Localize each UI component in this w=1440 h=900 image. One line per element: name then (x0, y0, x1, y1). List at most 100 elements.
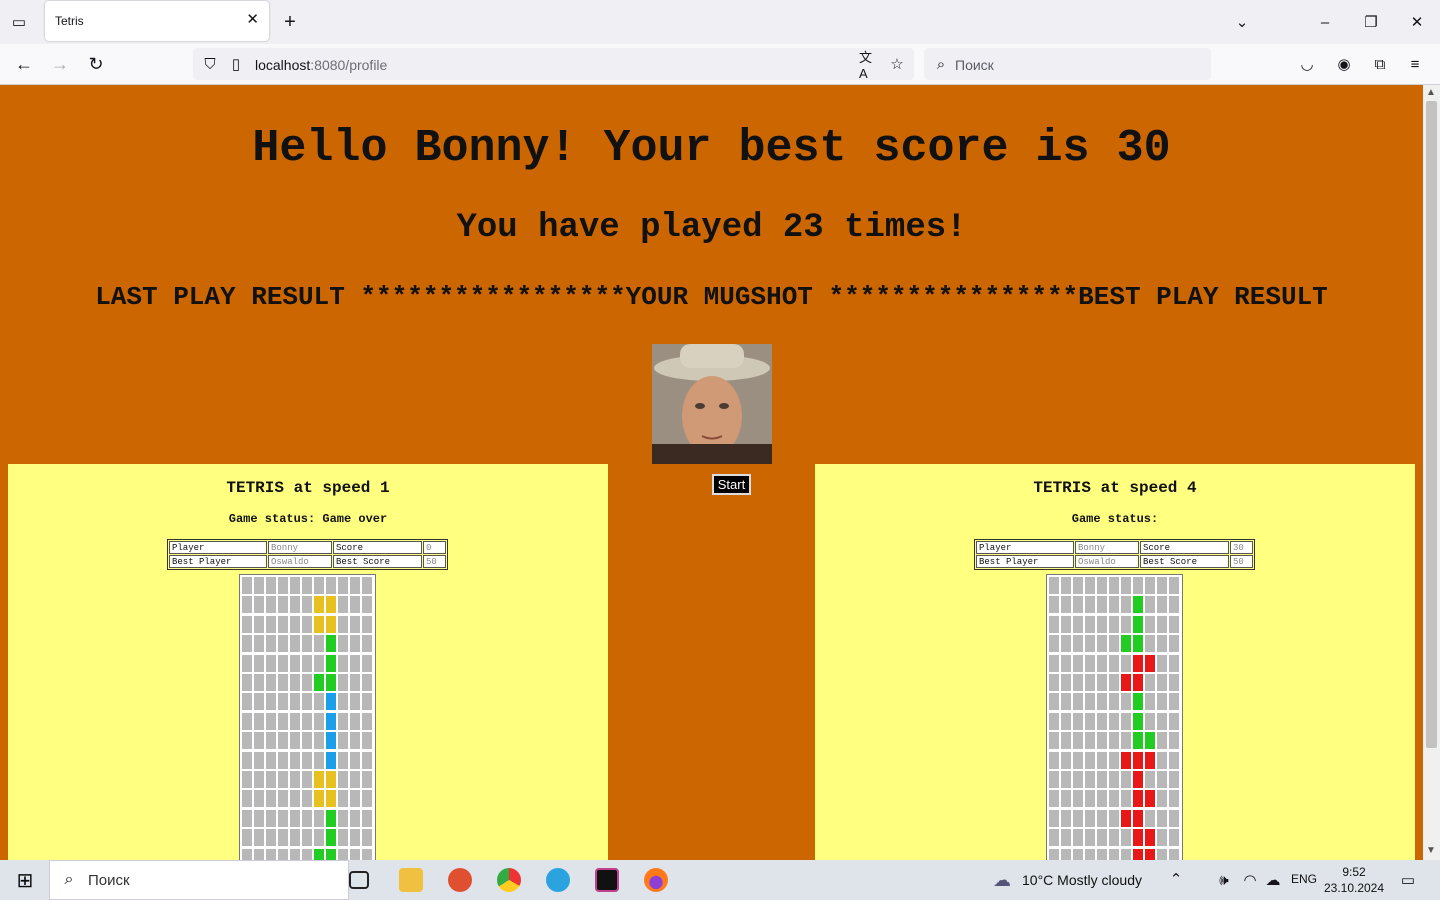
board-cell-filled (326, 635, 336, 653)
language-indicator[interactable]: ENG (1291, 872, 1317, 886)
telegram-icon[interactable] (546, 868, 570, 892)
board-cell-empty (1109, 596, 1119, 614)
task-view-icon[interactable] (349, 871, 369, 889)
star-icon[interactable]: ☆ (887, 55, 907, 73)
windows-start-icon[interactable]: ⊞ (14, 869, 36, 892)
board-cell-empty (1049, 654, 1059, 672)
clock[interactable]: 9:52 23.10.2024 (1322, 864, 1386, 896)
taskbar-search[interactable]: ⌕ Поиск (49, 860, 349, 900)
board-cell-empty (254, 654, 264, 672)
wifi-icon[interactable]: ◠ (1241, 871, 1259, 889)
board-cell-empty (314, 635, 324, 653)
forward-icon[interactable]: → (50, 54, 70, 74)
table-row: Best Player Oswaldo Best Score 50 (976, 555, 1253, 568)
search-bar[interactable]: ⌕ Поиск (924, 48, 1211, 80)
board-cell-empty (1073, 693, 1083, 711)
search-input[interactable]: Поиск (955, 57, 994, 73)
board-cell-empty (1085, 654, 1095, 672)
minimize-icon[interactable]: – (1315, 12, 1335, 32)
board-cell-empty (242, 596, 252, 614)
pocket-icon[interactable]: ◡ (1297, 54, 1317, 74)
scrollbar[interactable]: ▲ ▼ (1423, 85, 1440, 860)
board-cell-empty (1073, 771, 1083, 788)
tab-close-icon[interactable]: ✕ (246, 10, 259, 28)
board-cell-empty (1169, 577, 1179, 594)
firefox-icon[interactable] (644, 868, 668, 892)
board-cell-empty (1061, 654, 1071, 672)
board-cell-filled (314, 596, 324, 614)
board-cell-empty (290, 751, 300, 769)
board-cell-empty (1121, 732, 1131, 750)
notifications-icon[interactable]: ▭ (1398, 870, 1418, 890)
onedrive-icon[interactable]: ☁ (1263, 871, 1283, 889)
board-cell-empty (302, 829, 312, 847)
board-cell-empty (242, 751, 252, 769)
weather-text[interactable]: 10°C Mostly cloudy (1022, 872, 1142, 888)
start-button[interactable]: Start (712, 474, 751, 495)
board-cell-empty (278, 712, 288, 730)
board-cell-empty (290, 732, 300, 750)
chevron-up-icon[interactable]: ⌃ (1168, 871, 1184, 888)
board-cell-empty (1073, 751, 1083, 769)
board-cell-empty (1073, 809, 1083, 827)
board-cell-filled (314, 615, 324, 633)
weather-cloud-icon: ☁ (993, 869, 1011, 890)
player-value: Bonny (268, 541, 332, 554)
board-cell-empty (1109, 809, 1119, 827)
tab-tetris[interactable]: Tetris ✕ (45, 1, 269, 41)
chrome-icon[interactable] (497, 868, 521, 892)
board-cell-empty (1061, 577, 1071, 594)
board-cell-empty (314, 712, 324, 730)
board-cell-empty (350, 809, 360, 827)
board-cell-empty (242, 848, 252, 860)
board-cell-empty (314, 693, 324, 711)
extensions-icon[interactable]: ⧉ (1370, 54, 1390, 74)
reload-icon[interactable]: ↻ (86, 54, 106, 74)
board-cell-empty (242, 732, 252, 750)
board-cell-empty (362, 732, 372, 750)
file-explorer-icon[interactable] (399, 868, 423, 892)
close-window-icon[interactable]: ✕ (1407, 12, 1427, 32)
scrollbar-thumb[interactable] (1426, 101, 1437, 748)
board-cell-empty (1097, 751, 1107, 769)
board-cell-filled (326, 771, 336, 788)
app-icon[interactable] (448, 868, 472, 892)
restore-icon[interactable]: ❐ (1361, 12, 1381, 32)
board-cell-empty (338, 751, 348, 769)
board-cell-empty (1097, 615, 1107, 633)
translate-icon[interactable]: 文A (859, 50, 879, 81)
volume-icon[interactable]: 🕪 (1215, 871, 1233, 889)
scroll-down-icon[interactable]: ▼ (1426, 845, 1436, 856)
tab-list-icon[interactable]: ▭ (8, 12, 30, 32)
new-tab-icon[interactable]: + (280, 11, 300, 33)
url-text[interactable]: localhost:8080/profile (255, 57, 387, 73)
board-cell-empty (266, 829, 276, 847)
back-icon[interactable]: ← (14, 54, 34, 74)
last-game-board (239, 574, 376, 860)
menu-icon[interactable]: ≡ (1405, 54, 1425, 74)
board-cell-empty (242, 829, 252, 847)
board-cell-empty (1145, 674, 1155, 691)
board-cell-empty (1097, 635, 1107, 653)
board-cell-empty (266, 635, 276, 653)
url-bar[interactable]: ⛉ ▯ localhost:8080/profile 文A ☆ (193, 48, 914, 81)
board-cell-empty (278, 809, 288, 827)
board-cell-empty (242, 615, 252, 633)
board-cell-empty (290, 829, 300, 847)
board-cell-empty (302, 809, 312, 827)
chevron-down-icon[interactable]: ⌄ (1232, 12, 1252, 32)
board-cell-empty (290, 596, 300, 614)
board-cell-empty (362, 615, 372, 633)
board-cell-empty (1097, 674, 1107, 691)
board-cell-empty (1157, 771, 1167, 788)
intellij-icon[interactable] (595, 868, 619, 892)
shield-icon[interactable]: ⛉ (201, 55, 219, 73)
board-cell-empty (1085, 615, 1095, 633)
best-player-value: Oswaldo (268, 555, 332, 568)
board-cell-empty (338, 654, 348, 672)
board-cell-empty (326, 577, 336, 594)
scroll-up-icon[interactable]: ▲ (1426, 87, 1436, 98)
board-cell-empty (1073, 635, 1083, 653)
account-icon[interactable]: ◉ (1334, 54, 1354, 74)
board-cell-empty (1109, 732, 1119, 750)
